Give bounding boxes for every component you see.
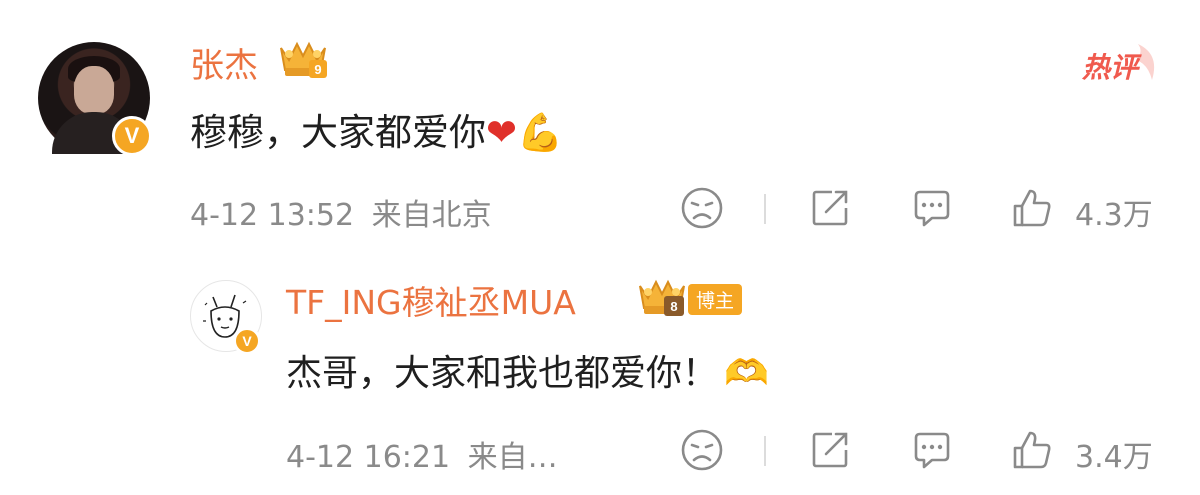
muscle-emoji: 💪 xyxy=(517,111,564,154)
crown-level-number: 8 xyxy=(670,299,677,314)
action-divider xyxy=(764,194,766,224)
thumbs-up-icon[interactable] xyxy=(1010,186,1054,230)
action-divider xyxy=(764,436,766,466)
share-icon[interactable] xyxy=(808,428,852,472)
reply-avatar[interactable]: V xyxy=(190,280,262,355)
avatar-face xyxy=(74,66,114,114)
reply-location: 来自… xyxy=(467,440,558,475)
crown-level-icon: 8 xyxy=(634,272,690,318)
like-count: 4.3万 xyxy=(1075,198,1153,233)
reply-timestamp: 4-12 16:21 xyxy=(286,440,451,475)
thumbs-up-icon[interactable] xyxy=(1010,428,1054,472)
crown-level-icon: 9 xyxy=(275,34,331,80)
comment-timestamp: 4-12 13:52 xyxy=(190,198,355,233)
heart-emoji: ❤ xyxy=(486,111,518,154)
verified-v-icon: V xyxy=(233,327,261,355)
comment-location: 来自北京 xyxy=(371,198,492,233)
reply-text: 杰哥，大家和我也都爱你！ xyxy=(286,353,719,394)
comment-text-row: 穆穆，大家都爱你❤💪 xyxy=(190,102,563,156)
blogger-tag-label: 博主 xyxy=(688,284,743,315)
crown-level-number: 9 xyxy=(314,62,321,77)
reply-text-row: 杰哥，大家和我也都爱你！ 🫶 xyxy=(286,344,769,396)
avatar[interactable]: V xyxy=(38,42,152,156)
reply-like-count: 3.4万 xyxy=(1075,440,1153,475)
comment-icon[interactable] xyxy=(910,428,954,472)
verified-v-icon: V xyxy=(112,116,152,156)
comment-username[interactable]: 张杰 xyxy=(190,38,258,87)
share-icon[interactable] xyxy=(808,186,852,230)
reply-meta: 4-12 16:21 来自… xyxy=(286,432,558,476)
sad-face-icon[interactable] xyxy=(680,186,724,230)
hot-tag-label: 热评 xyxy=(1082,51,1139,84)
blogger-tag: 博主 xyxy=(688,284,743,315)
heart-hands-emoji: 🫶 xyxy=(724,353,769,394)
reply-username[interactable]: TF_ING穆祉丞MUA xyxy=(286,276,576,324)
hot-comment-tag: 热评 xyxy=(1078,40,1168,90)
comment-icon[interactable] xyxy=(910,186,954,230)
comment-meta: 4-12 13:52 来自北京 xyxy=(190,190,492,234)
comment-text: 穆穆，大家都爱你 xyxy=(190,111,486,154)
sad-face-icon[interactable] xyxy=(680,428,724,472)
